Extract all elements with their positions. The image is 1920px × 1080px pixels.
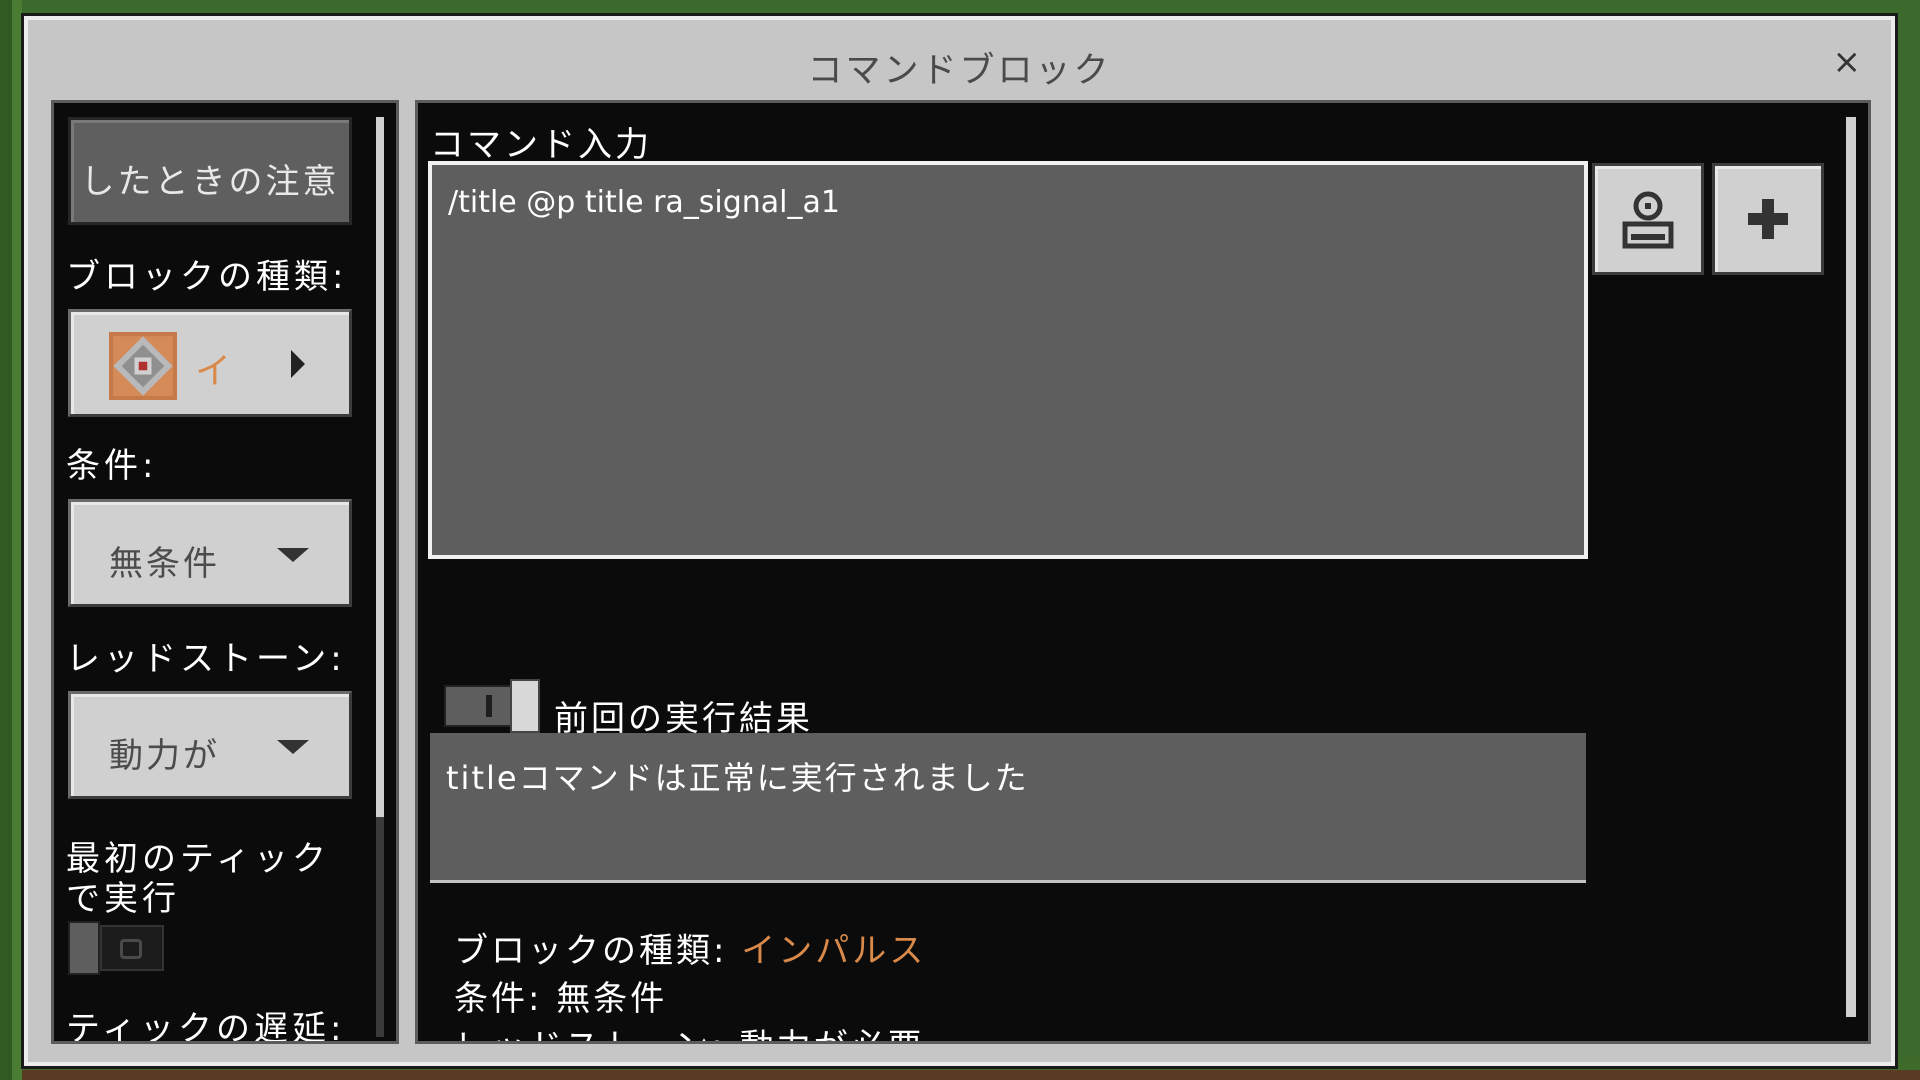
toggle-on-icon <box>486 695 492 717</box>
toggle-off-icon <box>120 939 142 959</box>
condition-label: 条件: <box>66 446 158 486</box>
plus-icon <box>1748 199 1788 239</box>
redstone-label: レッドストーン: <box>66 639 346 679</box>
command-block-icon <box>109 332 177 400</box>
dialog-title: コマンドブロック <box>807 51 1112 91</box>
export-button[interactable] <box>1592 163 1704 275</box>
left-scrollbar-track <box>376 817 384 1037</box>
command-block-dialog: コマンドブロック × したときの注意 ブロックの種類: イ 条件: 無条件 レッ… <box>24 16 1895 1066</box>
info-block-type-value: インパルス <box>741 931 927 971</box>
condition-dropdown[interactable]: 無条件 <box>68 499 352 607</box>
chevron-right-icon <box>291 350 305 378</box>
info-redstone: レッドストーン: 動力が必要 <box>454 1019 925 1041</box>
command-input-label: コマンド入力 <box>430 125 652 165</box>
chevron-down-icon <box>277 548 309 562</box>
previous-output-text: titleコマンドは正常に実行されました <box>446 759 1029 797</box>
condition-value: 無条件 <box>109 544 220 584</box>
first-tick-label-cont: で実行 <box>66 879 180 919</box>
previous-output-box: titleコマンドは正常に実行されました <box>430 733 1586 883</box>
left-scrollbar[interactable] <box>376 117 384 817</box>
block-type-label: ブロックの種類: <box>66 257 348 297</box>
info-block-type-label: ブロックの種類: <box>454 931 728 971</box>
info-redstone-value: 動力が必要 <box>740 1027 925 1041</box>
command-text: /title @p title ra_signal_a1 <box>448 185 840 220</box>
chevron-down-icon <box>277 740 309 754</box>
info-block-type: ブロックの種類: インパルス <box>454 923 926 972</box>
redstone-dropdown[interactable]: 動力が <box>68 691 352 799</box>
block-type-value: イ <box>195 351 232 392</box>
add-button[interactable] <box>1712 163 1824 275</box>
info-condition-value: 無条件 <box>556 979 668 1019</box>
block-type-button[interactable]: イ <box>68 309 352 417</box>
tick-delay-label: ティックの遅延: <box>66 1009 346 1044</box>
command-panel: コマンド入力 /title @p title ra_signal_a1 前回の実… <box>415 100 1871 1044</box>
export-icon <box>1622 191 1674 249</box>
info-condition-label: 条件: <box>454 979 543 1019</box>
tips-button[interactable]: したときの注意 <box>68 117 352 225</box>
settings-panel: したときの注意 ブロックの種類: イ 条件: 無条件 レッドストーン: 動力が <box>51 100 399 1044</box>
previous-output-toggle[interactable] <box>444 679 540 733</box>
info-condition: 条件: 無条件 <box>454 971 667 1020</box>
tips-button-label: したときの注意 <box>80 162 340 202</box>
redstone-value: 動力が <box>109 736 220 776</box>
right-scrollbar[interactable] <box>1846 117 1856 1017</box>
first-tick-toggle[interactable] <box>68 921 168 975</box>
close-icon[interactable]: × <box>1833 42 1862 82</box>
command-input[interactable]: /title @p title ra_signal_a1 <box>428 161 1588 559</box>
info-redstone-label: レッドストーン: <box>454 1027 726 1041</box>
